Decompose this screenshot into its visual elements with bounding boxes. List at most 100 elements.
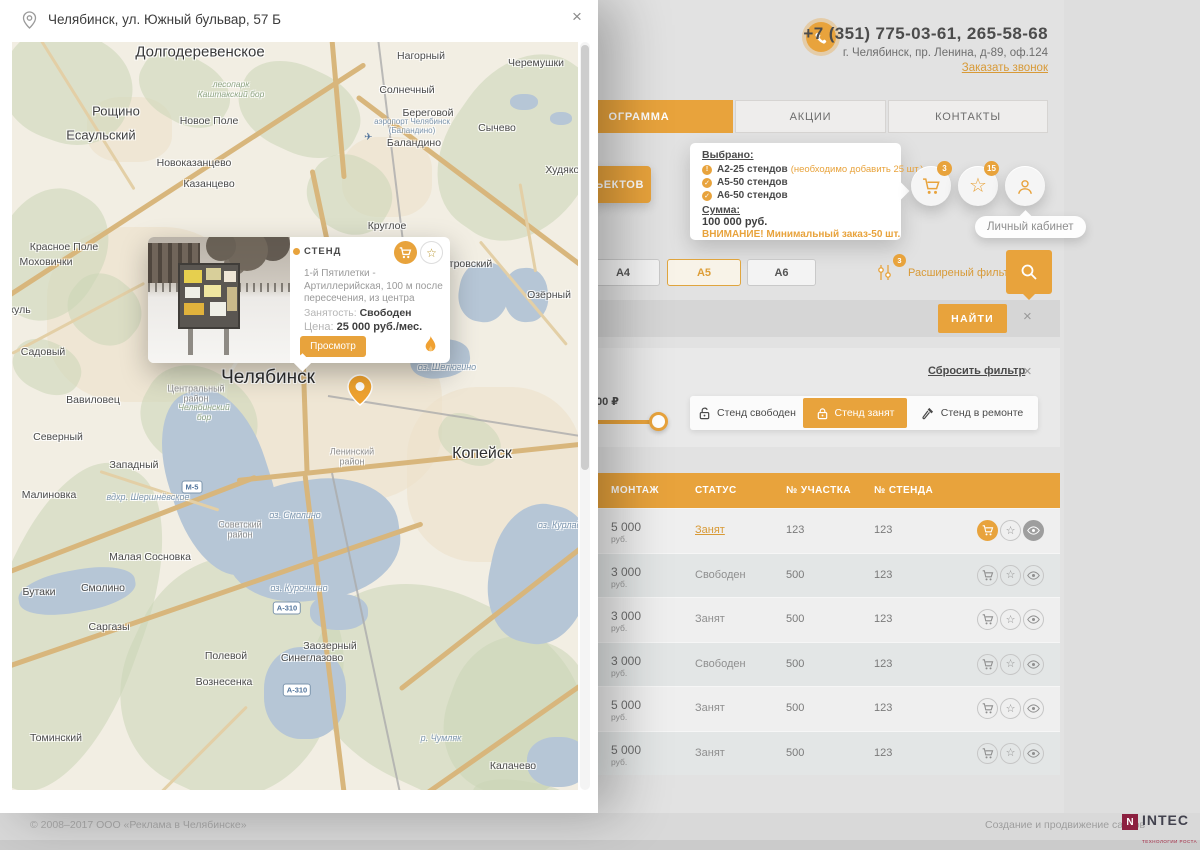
chip-label: А6 <box>774 267 788 279</box>
star-icon[interactable]: ☆ <box>1000 565 1021 586</box>
price-label: Цена: <box>304 321 334 333</box>
map-label: Долгодеревенское <box>135 43 264 60</box>
map-label: Заозерный <box>303 640 357 652</box>
toggle-stand-repair[interactable]: Стенд в ремонте <box>911 398 1033 428</box>
map-label: Малая Сосновка <box>109 551 191 563</box>
map-canvas[interactable]: ДолгодеревенскоеНагорныйЧеремушкиРощинол… <box>12 42 578 790</box>
table-header-cell: № СТЕНДА <box>874 485 933 496</box>
eye-icon[interactable] <box>1023 654 1044 675</box>
copyright: © 2008–2017 ООО «Реклама в Челябинске» <box>30 819 247 831</box>
stand-photo[interactable] <box>148 237 290 363</box>
map-label: Калачево <box>490 760 536 772</box>
magnifier-icon <box>1020 263 1038 281</box>
star-icon[interactable]: ☆ <box>1000 609 1021 630</box>
view-button[interactable]: Просмотр <box>300 336 366 357</box>
size-chip-a5[interactable]: А5 <box>667 259 741 286</box>
map-objects-label: ЪЕКТОВ <box>594 179 644 191</box>
search-close-icon[interactable]: × <box>1023 309 1032 324</box>
size-chip-a6[interactable]: А6 <box>747 259 816 286</box>
cart-icon[interactable] <box>977 565 998 586</box>
modal-close-icon[interactable]: × <box>572 7 582 27</box>
intec-logo-mark: N <box>1122 814 1138 830</box>
hot-offer-flame-icon <box>423 336 438 358</box>
map-label: аэропорт Челябинск (Баландино) <box>374 117 450 135</box>
cell-plot-number: 500 <box>786 658 804 670</box>
eye-icon[interactable] <box>1023 609 1044 630</box>
map-label: куль <box>12 304 31 316</box>
cell-install-price: 5 000руб. <box>611 520 641 544</box>
map-label: Советский район <box>218 520 261 541</box>
star-icon: ☆ <box>969 176 987 196</box>
price-slider-handle[interactable] <box>649 412 668 431</box>
selection-item-text: А5-50 стендов <box>717 177 788 188</box>
toggle-stand-busy[interactable]: Стенд занят <box>803 398 907 428</box>
check-icon: ✓ <box>702 191 712 201</box>
cart-icon[interactable] <box>977 520 998 541</box>
cell-install-price: 3 000руб. <box>611 654 641 678</box>
map-label: Круглое <box>368 220 407 232</box>
map-label: Томинский <box>30 732 82 744</box>
star-icon[interactable]: ☆ <box>1000 698 1021 719</box>
intec-logo[interactable]: N INTEC ТЕХНОЛОГИИ РОСТА <box>1122 812 1197 848</box>
cell-plot-number: 123 <box>786 524 804 536</box>
lock-closed-icon <box>816 407 829 420</box>
sum-value: 100 000 руб. <box>702 216 893 228</box>
map-label: Западный <box>109 459 158 471</box>
tab-promos[interactable]: АКЦИИ <box>735 100 886 133</box>
cell-status: Занят <box>695 747 725 759</box>
callback-link[interactable]: Заказать звонок <box>962 62 1048 74</box>
chip-label: А4 <box>616 267 630 279</box>
map-label: лесопарк Каштакский бор <box>198 80 265 100</box>
road-badge: А-310 <box>283 684 311 697</box>
advanced-filter-icon[interactable] <box>876 262 896 282</box>
photo-stand-leg <box>224 329 229 355</box>
tab-label: ОГРАММА <box>609 111 670 123</box>
map-lake <box>510 94 538 110</box>
account-button[interactable] <box>1005 166 1045 206</box>
stand-type-dot <box>293 248 300 255</box>
eye-icon[interactable] <box>1023 743 1044 764</box>
map-label: оз. Шелюгино <box>418 362 476 372</box>
popup-favorite-button[interactable]: ☆ <box>420 241 443 264</box>
star-icon[interactable]: ☆ <box>1000 520 1021 541</box>
tab-contacts[interactable]: КОНТАКТЫ <box>888 100 1048 133</box>
cart-icon[interactable] <box>977 743 998 764</box>
eye-icon[interactable] <box>1023 565 1044 586</box>
map-label: Садовый <box>21 346 66 358</box>
stand-type-label: СТЕНД <box>304 246 341 257</box>
filter-close-icon[interactable]: × <box>1023 364 1032 379</box>
map-marker[interactable] <box>347 374 373 411</box>
cell-install-price: 3 000руб. <box>611 565 641 589</box>
check-icon: ✓ <box>702 178 712 188</box>
find-button[interactable]: НАЙТИ <box>938 304 1007 333</box>
footer-bottom-strip <box>0 840 1200 850</box>
cart-icon <box>399 247 412 259</box>
toggle-stand-free[interactable]: Стенд свободен <box>695 398 799 428</box>
cart-icon[interactable] <box>977 654 998 675</box>
search-button[interactable] <box>1006 250 1052 294</box>
map-label: Ленинский район <box>330 447 374 468</box>
cart-icon[interactable] <box>977 698 998 719</box>
cell-plot-number: 500 <box>786 747 804 759</box>
row-actions: ☆ <box>977 698 1044 719</box>
cell-status[interactable]: Занят <box>695 524 725 536</box>
map-label: оз. Курочкино <box>270 583 327 593</box>
row-actions: ☆ <box>977 609 1044 630</box>
search-input[interactable] <box>610 306 980 331</box>
star-icon[interactable]: ☆ <box>1000 654 1021 675</box>
table-header-row: МОНТАЖСТАТУС№ УЧАСТКА№ СТЕНДА <box>560 473 1060 508</box>
eye-icon[interactable] <box>1023 520 1044 541</box>
popup-cart-button[interactable] <box>394 241 417 264</box>
map-label: Моховички <box>20 256 73 268</box>
advanced-filter-link[interactable]: Расширеный фильтр <box>908 267 1015 279</box>
star-icon[interactable]: ☆ <box>1000 743 1021 764</box>
map-label: Смолино <box>81 582 125 594</box>
map-label: вдхр. Шершнёвское <box>107 492 190 502</box>
map-label: оз. Смолино <box>269 510 321 520</box>
map-scrollbar-thumb[interactable] <box>581 45 589 470</box>
map-modal: Челябинск, ул. Южный бульвар, 57 Б × Дол… <box>0 0 598 813</box>
eye-icon[interactable] <box>1023 698 1044 719</box>
user-icon <box>1016 178 1034 195</box>
reset-filter-link[interactable]: Сбросить фильтр <box>928 365 1025 377</box>
cart-icon[interactable] <box>977 609 998 630</box>
